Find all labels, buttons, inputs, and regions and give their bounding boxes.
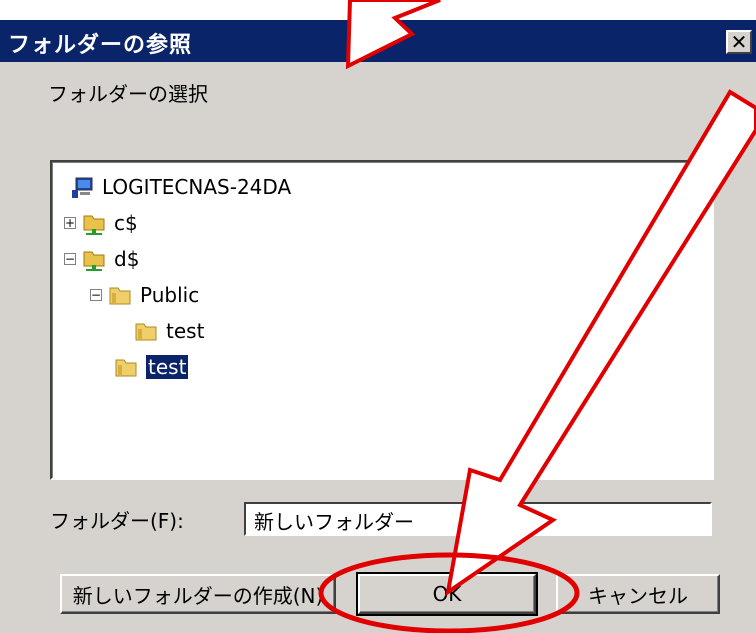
collapse-toggle[interactable]: − [64, 253, 76, 265]
cancel-button[interactable]: キャンセル [556, 574, 720, 614]
top-strip [0, 0, 756, 20]
tree-item-label: d$ [114, 247, 140, 271]
tree-item-label: Public [140, 283, 200, 307]
title-bar: フォルダーの参照 ✕ [0, 20, 756, 62]
ok-button[interactable]: OK [356, 572, 538, 616]
tree-item-root[interactable]: LOGITECNAS-24DA [70, 174, 291, 200]
folder-icon [135, 323, 157, 341]
expand-toggle[interactable]: + [64, 217, 76, 229]
tree-item-label: LOGITECNAS-24DA [102, 175, 292, 199]
network-share-icon [83, 215, 105, 235]
close-icon: ✕ [730, 30, 748, 54]
dialog-title: フォルダーの参照 [8, 33, 193, 58]
folder-browse-dialog: フォルダーの参照 ✕ フォルダーの選択 LOGITECNAS-24DA + c$… [0, 0, 756, 633]
folder-icon [115, 359, 137, 377]
folder-field-label: フォルダー(F): [50, 509, 184, 533]
tree-item-public-test[interactable]: test [134, 318, 204, 344]
tree-item-d-share[interactable]: − d$ [64, 246, 139, 272]
folder-tree[interactable]: LOGITECNAS-24DA + c$ − d$ − Public test … [50, 160, 714, 480]
new-folder-button[interactable]: 新しいフォルダーの作成(N) [60, 574, 336, 614]
tree-item-public[interactable]: − Public [90, 282, 199, 308]
tree-item-c-share[interactable]: + c$ [64, 210, 138, 236]
select-folder-label: フォルダーの選択 [48, 82, 208, 106]
network-share-icon [83, 251, 105, 271]
collapse-toggle[interactable]: − [90, 289, 102, 301]
tree-item-d-test-selected[interactable]: test [114, 354, 190, 380]
tree-item-label: test [166, 319, 205, 343]
close-button[interactable]: ✕ [726, 30, 752, 54]
tree-item-label: c$ [114, 211, 138, 235]
tree-item-label-selected: test [144, 354, 190, 380]
folder-icon [109, 287, 131, 305]
computer-icon [72, 177, 93, 198]
folder-name-input[interactable]: 新しいフォルダー [244, 502, 712, 536]
